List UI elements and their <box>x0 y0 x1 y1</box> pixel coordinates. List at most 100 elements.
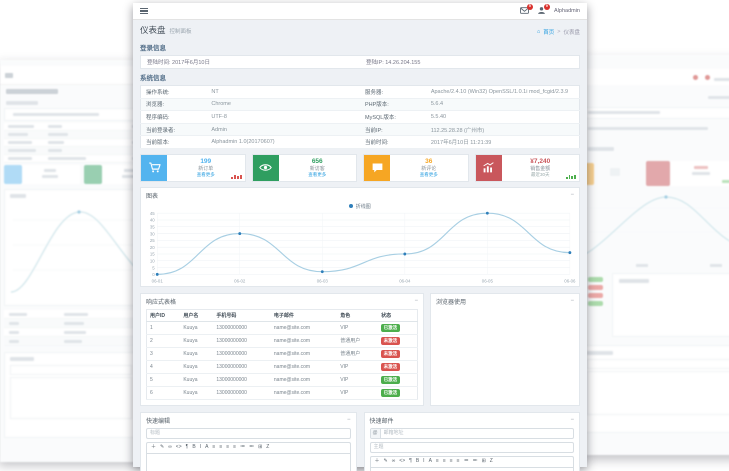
toolbar-icon[interactable]: ＋ <box>151 445 156 450</box>
home-icon[interactable]: ⌂ <box>537 29 540 35</box>
page-content: 仪表盘 控制面板 ⌂ 首页 > 仪表盘 登录信息 登陆时间: 2017年6月10… <box>133 20 587 471</box>
toolbar-icon[interactable]: ≡ <box>443 459 446 464</box>
toolbar-icon[interactable]: ≡ <box>457 459 460 464</box>
table-cell: 13000000000 <box>213 347 271 360</box>
svg-text:20: 20 <box>150 245 155 250</box>
toolbar-icon[interactable]: ≡ <box>219 445 222 450</box>
toolbar-icon[interactable]: ≕ <box>249 445 254 450</box>
system-info-value: 2017年6月10日 11:21:39 <box>426 136 580 149</box>
svg-text:35: 35 <box>150 224 155 229</box>
user-name[interactable]: Alphadmin <box>554 8 580 14</box>
toolbar-icon[interactable]: Z <box>490 459 493 464</box>
table-row: 1Kuuya13000000000name@site.comVIP已激活 <box>147 321 418 334</box>
table-cell: name@site.com <box>271 347 337 360</box>
system-info-label: 当前时间: <box>360 136 426 149</box>
post-title-input[interactable] <box>147 429 350 438</box>
table-cell: VIP <box>337 386 378 399</box>
mail-to-input[interactable] <box>381 429 574 438</box>
system-info-value: 5.6.4 <box>426 98 580 111</box>
toolbar-icon[interactable]: ✎ <box>160 445 164 450</box>
toolbar-icon[interactable]: ≡ <box>226 445 229 450</box>
system-info-value: NT <box>206 86 360 99</box>
table-cell: 13000000000 <box>213 386 271 399</box>
toolbar-icon[interactable]: ∞ <box>392 459 396 464</box>
collapse-icon[interactable]: − <box>570 192 574 198</box>
toolbar-icon[interactable]: ≡ <box>436 459 439 464</box>
toolbar-icon[interactable]: A <box>205 445 208 450</box>
toolbar-icon[interactable]: ＋ <box>375 459 380 464</box>
ghost-chart-curve <box>580 190 729 270</box>
toolbar-icon[interactable]: ⊞ <box>258 445 262 450</box>
toolbar-icon[interactable]: ≔ <box>240 445 245 450</box>
toolbar-icon[interactable]: ≕ <box>473 459 478 464</box>
top-navbar: 5 9 Alphadmin <box>133 3 587 20</box>
toolbar-icon[interactable]: ≔ <box>464 459 469 464</box>
table-cell: 13000000000 <box>213 360 271 373</box>
toolbar-icon[interactable]: ≡ <box>212 445 215 450</box>
toolbar-icon[interactable]: <> <box>399 459 405 464</box>
toolbar-icon[interactable]: Z <box>266 445 269 450</box>
ghost-navbar <box>580 69 729 85</box>
table-cell: Kuuya <box>180 334 213 347</box>
toolbar-icon[interactable]: A <box>429 459 432 464</box>
browser-usage-panel: 浏览器使用 − <box>430 293 580 406</box>
hamburger-menu-icon[interactable] <box>140 8 148 15</box>
system-info-value: UTF-8 <box>206 111 360 124</box>
system-info-label: 服务器: <box>360 86 426 99</box>
collapse-icon[interactable]: − <box>414 298 418 304</box>
table-cell: 1 <box>147 321 181 334</box>
stat-card-3: 36新评论查看更多 <box>363 154 469 182</box>
toolbar-icon[interactable]: <> <box>176 445 182 450</box>
toolbar-icon[interactable]: B <box>416 459 419 464</box>
table-cell: name@site.com <box>271 321 337 334</box>
status-badge: 已激活 <box>381 324 400 332</box>
system-info-label: MySQL版本: <box>360 111 426 124</box>
toolbar-icon[interactable]: ≡ <box>233 445 236 450</box>
ghost-cart-tile <box>4 165 22 184</box>
toolbar-icon[interactable]: ∞ <box>168 445 172 450</box>
table-panel-title: 响应式表格 <box>146 297 176 306</box>
status-badge: 已激活 <box>381 389 400 397</box>
toolbar-icon[interactable]: I <box>200 445 201 450</box>
stat-link[interactable]: 查看更多 <box>197 172 215 177</box>
collapse-icon[interactable]: − <box>347 417 351 423</box>
toolbar-icon[interactable]: ✎ <box>384 459 388 464</box>
breadcrumb-home[interactable]: 首页 <box>543 28 554 36</box>
editor-area[interactable] <box>146 453 351 471</box>
system-info-label: 浏览器: <box>141 98 207 111</box>
chart-legend[interactable]: 折线图 <box>141 203 579 210</box>
toolbar-icon[interactable]: ¶ <box>186 445 189 450</box>
system-info-label: 程序编码: <box>141 111 207 124</box>
stat-link[interactable]: 最近30天 <box>531 172 550 177</box>
status-cell: 已激活 <box>378 386 417 399</box>
stat-cards-row: 199新订单查看更多656新访客查看更多36新评论查看更多¥7,240销售金额最… <box>140 154 580 182</box>
messages-icon[interactable]: 5 <box>520 6 530 16</box>
svg-text:30: 30 <box>150 231 155 236</box>
toolbar-icon[interactable]: ⊞ <box>482 459 486 464</box>
table-row: 5Kuuya13000000000name@site.comVIP已激活 <box>147 373 418 386</box>
toolbar-icon[interactable]: ¶ <box>409 459 412 464</box>
mail-subject-input[interactable] <box>371 443 574 452</box>
toolbar-icon[interactable]: I <box>423 459 424 464</box>
stat-link[interactable]: 查看更多 <box>420 172 438 177</box>
quick-edit-panel: 快速编辑 − ＋✎∞<>¶BIA≡≡≡≡≔≕⊞Z 0 WORDS 发送 <box>140 412 357 471</box>
toolbar-icon[interactable]: B <box>192 445 195 450</box>
svg-text:06-03: 06-03 <box>317 278 329 283</box>
table-row: 6Kuuya13000000000name@site.comVIP已激活 <box>147 386 418 399</box>
toolbar-icon[interactable]: ≡ <box>450 459 453 464</box>
editor-area[interactable] <box>370 467 575 471</box>
collapse-icon[interactable]: − <box>570 298 574 304</box>
table-cell: Kuuya <box>180 321 213 334</box>
user-notifications-icon[interactable]: 9 <box>537 6 547 16</box>
stat-link[interactable]: 查看更多 <box>308 172 326 177</box>
stat-card-4: ¥7,240销售金额最近30天 <box>475 154 581 182</box>
table-cell: name@site.com <box>271 360 337 373</box>
sparkline <box>231 175 241 179</box>
column-header: 状态 <box>378 309 417 321</box>
responsive-table-panel: 响应式表格 − 用户ID用户名手机号码电子邮件角色状态 1Kuuya130000… <box>140 293 424 406</box>
system-info-value: 112.25.28.28 (广州市) <box>426 123 580 136</box>
stat-value: ¥7,240 <box>530 158 550 166</box>
collapse-icon[interactable]: − <box>570 417 574 423</box>
svg-text:40: 40 <box>150 218 155 223</box>
breadcrumb: ⌂ 首页 > 仪表盘 <box>537 28 580 36</box>
